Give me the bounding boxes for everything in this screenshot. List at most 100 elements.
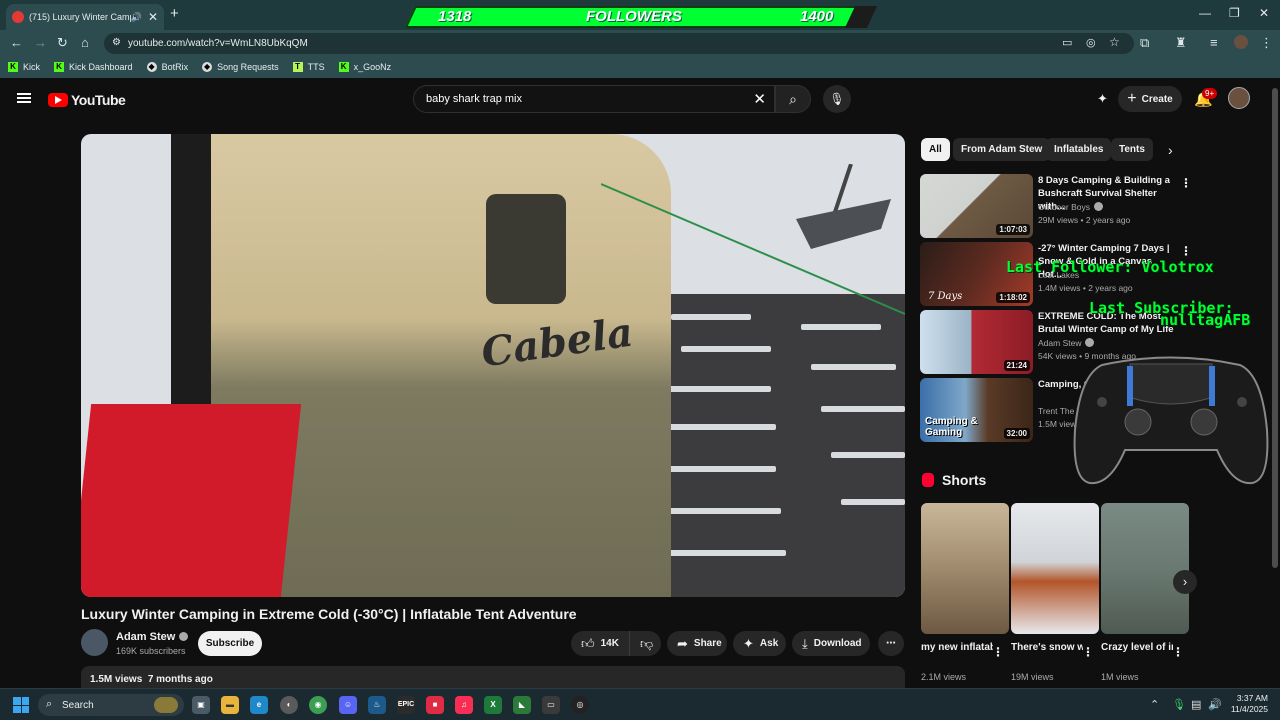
system-clock[interactable]: 3:37 AM 11/4/2025: [1224, 693, 1268, 715]
file-explorer-icon[interactable]: ▬: [221, 696, 239, 714]
media-control-icon[interactable]: ≡: [1210, 35, 1218, 50]
recommendation-thumbnail[interactable]: 1:07:03: [920, 174, 1033, 238]
short-title[interactable]: my new inflatable ...: [921, 641, 993, 655]
account-avatar[interactable]: [1228, 87, 1250, 109]
minimize-button[interactable]: —: [1199, 6, 1211, 20]
windows-start-icon[interactable]: [13, 697, 29, 713]
more-vertical-icon[interactable]: ⋮: [1172, 645, 1184, 659]
ask-button[interactable]: ✦ Ask: [733, 631, 786, 656]
recommendation-item[interactable]: 1:07:03 8 Days Camping & Building a Bush…: [920, 174, 1250, 238]
chip-inflatables[interactable]: Inflatables: [1046, 138, 1112, 161]
steam-icon[interactable]: ♨: [368, 696, 386, 714]
cast-icon[interactable]: ▭: [1062, 36, 1072, 49]
address-bar[interactable]: ⚙ youtube.com/watch?v=WmLN8UbKqQM ▭ ◎ ☆: [104, 33, 1134, 54]
recommendation-thumbnail[interactable]: Camping & Gaming 32:00: [920, 378, 1033, 442]
chevron-right-icon[interactable]: ›: [1168, 142, 1173, 158]
epic-games-icon[interactable]: EPIC: [397, 696, 415, 714]
recommendation-thumbnail[interactable]: 21:24: [920, 310, 1033, 374]
recommendation-channel[interactable]: Outdoor Boys: [1038, 202, 1103, 212]
short-thumbnail[interactable]: [1011, 503, 1099, 634]
tts-icon: T: [292, 62, 303, 72]
bookmark-star-icon[interactable]: ☆: [1109, 35, 1120, 49]
cast-icon[interactable]: ✦: [1097, 91, 1108, 107]
speaker-icon[interactable]: 🔊: [131, 12, 142, 23]
channel-avatar[interactable]: [81, 629, 108, 656]
chip-all[interactable]: All: [921, 138, 950, 161]
windows-taskbar: ⌕ Search ▣ ▬ e ◐ ◉ ☺ ♨ EPIC ■ ♫ X ◣ ▭ ◎ …: [0, 688, 1280, 720]
chip-from-adam-stew[interactable]: From Adam Stew: [953, 138, 1051, 161]
short-title[interactable]: Crazy level of inflatabl...: [1101, 641, 1173, 655]
extension-icon[interactable]: ♜: [1175, 35, 1187, 51]
music-icon[interactable]: ♫: [455, 696, 473, 714]
app-red-icon[interactable]: ■: [426, 696, 444, 714]
volume-icon[interactable]: 🔊: [1208, 698, 1222, 711]
create-button[interactable]: + Create: [1118, 86, 1182, 112]
search-input[interactable]: baby shark trap mix ✕: [413, 85, 775, 113]
bookmark-tts[interactable]: T TTS: [292, 62, 325, 72]
excel-icon[interactable]: X: [484, 696, 502, 714]
maximize-button[interactable]: ❐: [1229, 6, 1240, 20]
profile-avatar[interactable]: [1234, 35, 1248, 49]
subscribe-button[interactable]: Subscribe: [198, 631, 262, 656]
home-icon[interactable]: ⌂: [81, 35, 89, 50]
app-icon[interactable]: ◐: [280, 696, 298, 714]
botrix-icon: ◆: [146, 62, 157, 72]
download-button[interactable]: ⤓ Download: [792, 631, 870, 656]
search-button[interactable]: ⌕: [775, 85, 811, 113]
short-thumbnail[interactable]: [921, 503, 1009, 634]
shorts-next-button[interactable]: ›: [1173, 570, 1197, 594]
browser-menu-icon[interactable]: ⋮: [1260, 35, 1273, 51]
discord-icon[interactable]: ☺: [339, 696, 357, 714]
bookmark-kick-dashboard[interactable]: K Kick Dashboard: [54, 62, 133, 72]
chrome-icon[interactable]: ◉: [309, 696, 327, 714]
microphone-icon[interactable]: 🎙: [1172, 698, 1186, 711]
more-actions-button[interactable]: ⋯: [878, 631, 904, 656]
browser-tab[interactable]: (715) Luxury Winter Campi 🔊 ✕: [6, 4, 164, 30]
more-vertical-icon[interactable]: ⋮: [1180, 176, 1192, 190]
more-vertical-icon[interactable]: ⋮: [1180, 244, 1192, 258]
bookmark-x-goonz[interactable]: Kx_GooNz: [338, 62, 391, 72]
channel-name[interactable]: Adam Stew: [116, 631, 189, 643]
youtube-logo[interactable]: YouTube: [48, 92, 126, 108]
bookmark-song-requests[interactable]: ◆ Song Requests: [202, 62, 279, 72]
recommendation-channel[interactable]: Adam Stew: [1038, 338, 1095, 348]
like-button[interactable]: 👍︎ 14K: [571, 631, 629, 656]
recommendation-meta: 1.4M views • 2 years ago: [1038, 283, 1133, 293]
thumbnail-text: Camping & Gaming: [925, 416, 978, 438]
chip-tents[interactable]: Tents: [1111, 138, 1153, 161]
dislike-button[interactable]: 👎︎: [629, 631, 661, 656]
bookmark-kick[interactable]: K Kick: [8, 62, 40, 72]
edge-icon[interactable]: e: [250, 696, 268, 714]
chevron-up-icon[interactable]: ⌃: [1150, 698, 1159, 711]
more-vertical-icon[interactable]: ⋮: [992, 645, 1004, 659]
reload-icon[interactable]: ↻: [57, 35, 68, 51]
tracking-eye-icon[interactable]: ◎: [1086, 36, 1096, 49]
short-title[interactable]: There's snow way I'm ...: [1011, 641, 1083, 655]
youtube-header: YouTube baby shark trap mix ✕ ⌕ 🎙 ✦ + Cre…: [0, 80, 1280, 120]
app-dark-icon[interactable]: ▭: [542, 696, 560, 714]
video-player[interactable]: Cabela: [81, 134, 905, 597]
task-view-icon[interactable]: ▣: [192, 696, 210, 714]
taskbar-search[interactable]: ⌕ Search: [38, 694, 184, 716]
more-vertical-icon[interactable]: ⋮: [1082, 645, 1094, 659]
short-thumbnail[interactable]: [1101, 503, 1189, 634]
forward-icon[interactable]: →: [34, 35, 47, 50]
video-frame-red-object: [81, 404, 302, 597]
nvidia-icon[interactable]: ◣: [513, 696, 531, 714]
share-button[interactable]: ➦ Share: [667, 631, 727, 656]
back-icon[interactable]: ←: [10, 35, 23, 50]
menu-icon[interactable]: [17, 93, 31, 103]
close-tab-icon[interactable]: ✕: [148, 10, 158, 24]
tab-title: (715) Luxury Winter Campi: [29, 12, 131, 22]
extensions-icon[interactable]: ⧉: [1140, 35, 1149, 51]
scrollbar-thumb[interactable]: [1272, 88, 1278, 568]
new-tab-button[interactable]: +: [170, 5, 179, 22]
clear-search-icon[interactable]: ✕: [753, 90, 766, 108]
obs-icon[interactable]: ◎: [571, 696, 589, 714]
voice-search-button[interactable]: 🎙: [823, 85, 851, 113]
close-window-button[interactable]: ✕: [1259, 6, 1269, 20]
site-info-icon[interactable]: ⚙: [112, 37, 121, 48]
network-icon[interactable]: ▤: [1191, 698, 1201, 711]
bookmark-botrix[interactable]: ◆ BotRix: [146, 62, 188, 72]
page-scrollbar[interactable]: [1270, 80, 1280, 690]
